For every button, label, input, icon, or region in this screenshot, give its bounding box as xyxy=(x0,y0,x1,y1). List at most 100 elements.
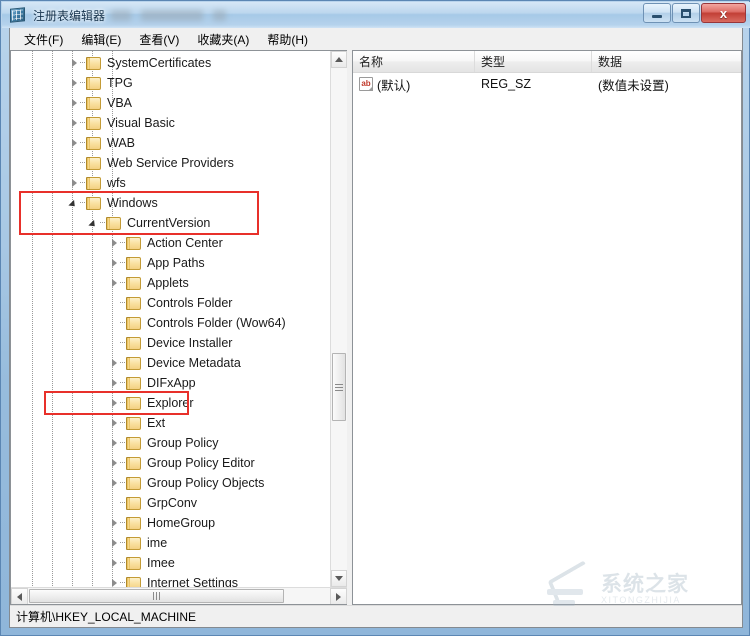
registry-key-folder-icon xyxy=(126,396,142,411)
registry-key-folder-icon xyxy=(106,216,122,231)
tree-node[interactable]: Group Policy Objects xyxy=(11,473,330,493)
column-data[interactable]: 数据 xyxy=(592,51,741,72)
tree-node-label: SystemCertificates xyxy=(107,56,212,70)
table-row[interactable]: ab (默认) REG_SZ (数值未设置) xyxy=(353,73,741,95)
tree-node[interactable]: Visual Basic xyxy=(11,113,330,133)
menu-help[interactable]: 帮助(H) xyxy=(258,28,317,51)
registry-key-folder-icon xyxy=(86,96,102,111)
menu-view[interactable]: 查看(V) xyxy=(130,28,188,51)
tree-node[interactable]: App Paths xyxy=(11,253,330,273)
window-title: 注册表编辑器 xyxy=(33,8,106,23)
registry-tree[interactable]: SystemCertificates TPG VBA Visual Basic WAB W… xyxy=(11,51,330,587)
chevron-collapsed-icon[interactable] xyxy=(106,273,120,293)
tree-node[interactable]: Group Policy Editor xyxy=(11,453,330,473)
tree-node-label: Controls Folder (Wow64) xyxy=(147,316,286,330)
scroll-up-button[interactable] xyxy=(331,51,347,68)
tree-node-label: Windows xyxy=(107,196,158,210)
menu-file[interactable]: 文件(F) xyxy=(15,28,72,51)
chevron-collapsed-icon[interactable] xyxy=(66,173,80,193)
scroll-left-button[interactable] xyxy=(11,588,28,604)
string-value-icon: ab xyxy=(359,77,373,91)
tree-node[interactable]: HomeGroup xyxy=(11,513,330,533)
registry-key-folder-icon xyxy=(126,416,142,431)
column-name[interactable]: 名称 xyxy=(353,51,475,72)
tree-node[interactable]: GrpConv xyxy=(11,493,330,513)
tree-node[interactable]: Applets xyxy=(11,273,330,293)
value-name-cell: ab (默认) xyxy=(353,75,475,94)
tree-node[interactable]: TPG xyxy=(11,73,330,93)
tree-node[interactable]: Controls Folder xyxy=(11,293,330,313)
chevron-collapsed-icon[interactable] xyxy=(66,133,80,153)
registry-editor-window: 注册表编辑器 x 文件(F) 编辑(E) 查看(V) 收藏夹(A) 帮助(H) xyxy=(0,0,750,636)
chevron-collapsed-icon[interactable] xyxy=(66,53,80,73)
tree-node[interactable]: VBA xyxy=(11,93,330,113)
menu-edit[interactable]: 编辑(E) xyxy=(72,28,130,51)
tree-hscroll-thumb[interactable] xyxy=(29,589,284,603)
registry-key-folder-icon xyxy=(126,436,142,451)
chevron-expanded-icon[interactable] xyxy=(86,213,100,233)
chevron-collapsed-icon[interactable] xyxy=(106,413,120,433)
chevron-collapsed-icon[interactable] xyxy=(106,393,120,413)
title-blurred-region xyxy=(111,9,227,21)
scroll-right-button[interactable] xyxy=(330,588,347,604)
tree-node[interactable]: wfs xyxy=(11,173,330,193)
chevron-collapsed-icon[interactable] xyxy=(106,253,120,273)
chevron-collapsed-icon[interactable] xyxy=(66,113,80,133)
tree-node-label: DIFxApp xyxy=(147,376,196,390)
column-type[interactable]: 类型 xyxy=(475,51,592,72)
tree-node-label: ime xyxy=(147,536,168,550)
chevron-collapsed-icon[interactable] xyxy=(106,553,120,573)
tree-node[interactable]: Controls Folder (Wow64) xyxy=(11,313,330,333)
close-button[interactable]: x xyxy=(701,3,746,23)
maximize-button[interactable] xyxy=(672,3,700,23)
chevron-collapsed-icon[interactable] xyxy=(106,573,120,587)
minimize-button[interactable] xyxy=(643,3,671,23)
tree-node[interactable]: WAB xyxy=(11,133,330,153)
chevron-collapsed-icon[interactable] xyxy=(106,433,120,453)
tree-node[interactable]: SystemCertificates xyxy=(11,53,330,73)
menu-bar: 文件(F) 编辑(E) 查看(V) 收藏夹(A) 帮助(H) xyxy=(10,28,742,50)
tree-node[interactable]: CurrentVersion xyxy=(11,213,330,233)
minimize-icon xyxy=(652,14,662,18)
chevron-collapsed-icon[interactable] xyxy=(106,513,120,533)
chevron-collapsed-icon[interactable] xyxy=(106,453,120,473)
chevron-expanded-icon[interactable] xyxy=(66,193,80,213)
tree-node[interactable]: Device Metadata xyxy=(11,353,330,373)
tree-node[interactable]: Internet Settings xyxy=(11,573,330,587)
tree-node-label: Applets xyxy=(147,276,189,290)
chevron-collapsed-icon[interactable] xyxy=(106,353,120,373)
tree-node[interactable]: Action Center xyxy=(11,233,330,253)
tree-node[interactable]: Group Policy xyxy=(11,433,330,453)
scroll-down-button[interactable] xyxy=(331,570,347,587)
registry-key-folder-icon xyxy=(126,496,142,511)
tree-vscroll-track[interactable] xyxy=(331,68,347,570)
tree-node[interactable]: DIFxApp xyxy=(11,373,330,393)
tree-node-spacer xyxy=(106,313,120,333)
chevron-collapsed-icon[interactable] xyxy=(106,233,120,253)
tree-horizontal-scrollbar[interactable] xyxy=(11,587,347,604)
registry-key-folder-icon xyxy=(126,336,142,351)
values-list[interactable]: ab (默认) REG_SZ (数值未设置) xyxy=(353,73,741,604)
chevron-collapsed-icon[interactable] xyxy=(66,93,80,113)
tree-node[interactable]: Ext xyxy=(11,413,330,433)
tree-node[interactable]: Explorer xyxy=(11,393,330,413)
chevron-collapsed-icon[interactable] xyxy=(106,373,120,393)
values-column-header: 名称 类型 数据 xyxy=(353,51,741,73)
tree-vertical-scrollbar[interactable] xyxy=(330,51,347,587)
chevron-collapsed-icon[interactable] xyxy=(106,533,120,553)
tree-node[interactable]: Imee xyxy=(11,553,330,573)
tree-hscroll-track[interactable] xyxy=(28,588,330,604)
chevron-collapsed-icon[interactable] xyxy=(66,73,80,93)
tree-node[interactable]: Device Installer xyxy=(11,333,330,353)
tree-node[interactable]: ime xyxy=(11,533,330,553)
grip-icon xyxy=(153,592,160,600)
value-type-cell: REG_SZ xyxy=(481,77,532,91)
tree-node[interactable]: Windows xyxy=(11,193,330,213)
tree-vscroll-thumb[interactable] xyxy=(332,353,346,421)
menu-favorites[interactable]: 收藏夹(A) xyxy=(188,28,258,51)
tree-node-label: Controls Folder xyxy=(147,296,233,310)
chevron-collapsed-icon[interactable] xyxy=(106,473,120,493)
tree-node-label: Ext xyxy=(147,416,166,430)
tree-node-label: Visual Basic xyxy=(107,116,175,130)
tree-node[interactable]: Web Service Providers xyxy=(11,153,330,173)
